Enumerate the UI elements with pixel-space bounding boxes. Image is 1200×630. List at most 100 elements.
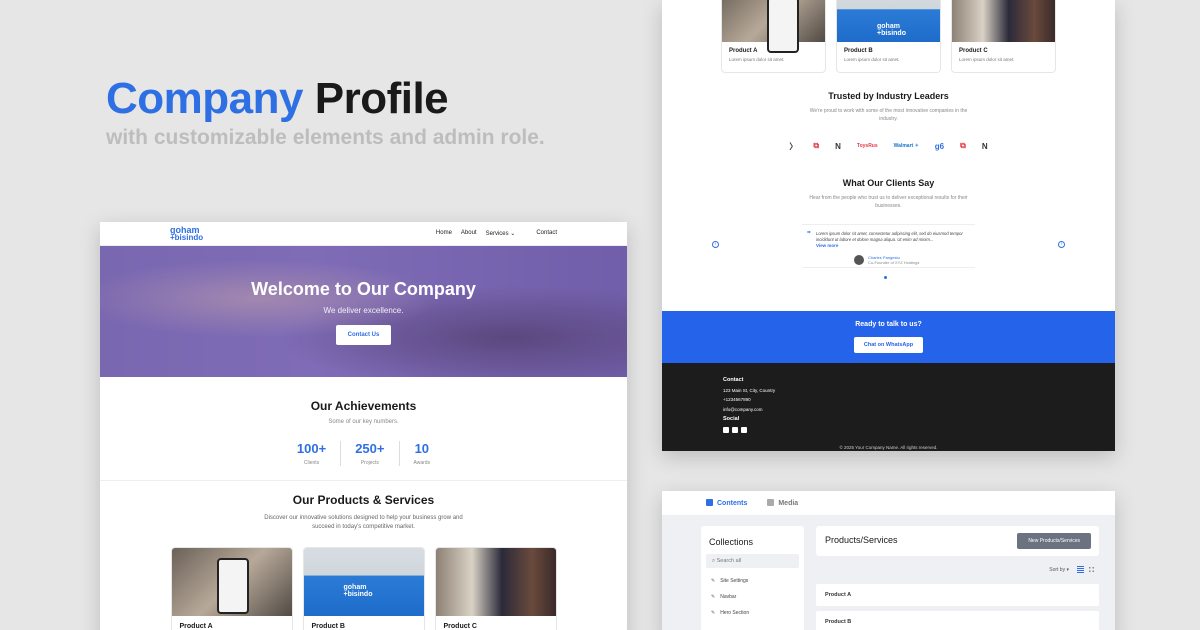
- social-icons: [723, 426, 775, 433]
- nav-home[interactable]: Home: [436, 230, 452, 237]
- product-desc: Lorem ipsum dolor sit amet.: [959, 57, 1015, 62]
- testimonial-carousel: ‹ " Lorem ipsum dolor sit amet, consecte…: [662, 224, 1115, 284]
- products-grid: Product A Product B Product C: [100, 547, 627, 630]
- edit-icon: ✎: [711, 594, 716, 600]
- avatar: [854, 255, 864, 265]
- toysrus-logo: ToysRus: [856, 143, 878, 149]
- stat-label: Clients: [303, 460, 320, 466]
- nav-links: Home About Services ⌄ Contact: [436, 230, 557, 237]
- collections-title: Collections: [709, 537, 754, 547]
- carousel-dot[interactable]: [884, 276, 887, 279]
- stat-label: Awards: [413, 460, 431, 466]
- list-item[interactable]: Product A: [816, 584, 1099, 606]
- product-name: Product B: [311, 623, 345, 630]
- contact-us-button[interactable]: Contact Us: [335, 324, 392, 345]
- stat-projects: 250+ Projects: [340, 441, 398, 466]
- nav-about[interactable]: About: [461, 230, 477, 237]
- admin-panel-preview: Contents Media Collections ⌕ Search all …: [662, 491, 1115, 630]
- product-card-a[interactable]: Product A Lorem ipsum dolor sit amet.: [721, 0, 826, 73]
- product-card-a[interactable]: Product A: [170, 547, 293, 630]
- achievements-section: Our Achievements Some of our key numbers…: [100, 377, 627, 481]
- new-entry-button[interactable]: New Products/Services: [1017, 533, 1091, 549]
- partner-logo: ɡ6: [934, 141, 945, 151]
- product-image-shirt: [837, 0, 940, 42]
- list-item[interactable]: Product B: [816, 611, 1099, 630]
- view-more-link[interactable]: View more: [816, 243, 967, 248]
- site-logo[interactable]: goham +bisindo: [170, 225, 204, 242]
- sidebar-item-hero-section[interactable]: ✎ Hero Section: [706, 610, 799, 616]
- testimonials-title: What Our Clients Say: [842, 178, 935, 188]
- collections-sidebar: Collections ⌕ Search all ✎ Site Settings …: [701, 526, 804, 630]
- carousel-next-icon[interactable]: ›: [1058, 241, 1065, 248]
- stat-clients: 100+ Clients: [283, 441, 340, 466]
- tab-media[interactable]: Media: [767, 499, 798, 507]
- copyright: © 2025 Your Company Name. All rights res…: [839, 445, 938, 450]
- product-desc: Lorem ipsum dolor sit amet.: [729, 57, 785, 62]
- walmart-logo: Walmart ✳: [893, 143, 919, 149]
- footer-address: 123 Main St, City, Country: [723, 387, 776, 393]
- carousel-prev-icon[interactable]: ‹: [712, 241, 719, 248]
- instagram-icon[interactable]: [732, 426, 738, 433]
- footer-phone: +1234567890: [723, 397, 751, 402]
- products-section: Our Products & Services Discover our inn…: [100, 481, 627, 630]
- testimonials-section: What Our Clients Say Hear from the peopl…: [662, 178, 1115, 210]
- subline: with customizable elements and admin rol…: [106, 126, 545, 149]
- grid-view-icon[interactable]: [1088, 566, 1095, 573]
- tab-contents-label: Contents: [717, 500, 748, 507]
- partner-logo: ⧉: [960, 141, 966, 150]
- admin-tabs: Contents Media: [662, 491, 1115, 515]
- testimonials-subtitle: Hear from the people who trust us to del…: [809, 195, 968, 209]
- site-navbar: goham +bisindo Home About Services ⌄ Con…: [100, 222, 627, 246]
- trusted-title: Trusted by Industry Leaders: [828, 91, 949, 101]
- notion-logo: N: [835, 141, 841, 151]
- product-card-c[interactable]: Product C: [434, 547, 557, 630]
- nav-contact[interactable]: Contact: [536, 230, 557, 237]
- testimonial-author: Charles Pangestu Co-Founder of XYZ Holdi…: [854, 255, 919, 265]
- edit-icon: ✎: [711, 578, 716, 584]
- headline: Company Profile: [106, 74, 449, 124]
- products-subtitle: Discover our innovative solutions design…: [264, 515, 463, 530]
- headline-rest: Profile: [314, 74, 449, 123]
- headline-accent: Company: [106, 74, 303, 123]
- document-icon: [706, 499, 713, 506]
- product-image-phone: [722, 0, 825, 53]
- product-name: Product C: [959, 48, 988, 54]
- product-image-phone: [171, 548, 292, 616]
- collection-header: Products/Services New Products/Services: [816, 526, 1099, 556]
- author-role: Co-Founder of XYZ Holdings: [868, 260, 920, 265]
- hero-subtitle: We deliver excellence.: [323, 305, 404, 315]
- youtube-icon[interactable]: [741, 426, 747, 433]
- sort-dropdown[interactable]: Sort by ▾: [1049, 567, 1069, 573]
- product-card-b[interactable]: Product B: [302, 547, 425, 630]
- site-footer: Contact 123 Main St, City, Country +1234…: [662, 363, 1115, 451]
- footer-email[interactable]: info@company.com: [723, 407, 763, 412]
- hero-section: Welcome to Our Company We deliver excell…: [100, 246, 627, 377]
- whatsapp-button[interactable]: Chat on WhatsApp: [853, 337, 924, 353]
- sidebar-item-navbar[interactable]: ✎ Navbar: [706, 594, 799, 600]
- search-input[interactable]: ⌕ Search all: [706, 554, 799, 568]
- tab-contents[interactable]: Contents: [706, 499, 747, 507]
- achievements-title: Our Achievements: [310, 399, 417, 413]
- quote-icon: ": [807, 230, 811, 239]
- product-name: Product C: [443, 623, 477, 630]
- linkedin-icon[interactable]: [723, 426, 729, 433]
- nav-services[interactable]: Services ⌄: [486, 230, 516, 237]
- footer-social-title: Social: [723, 416, 740, 422]
- website-preview-lower: Product A Lorem ipsum dolor sit amet. Pr…: [662, 0, 1115, 451]
- product-card-b[interactable]: Product B Lorem ipsum dolor sit amet.: [836, 0, 941, 73]
- stat-value: 10: [414, 441, 430, 456]
- sidebar-item-site-settings[interactable]: ✎ Site Settings: [706, 578, 799, 584]
- list-view-icon[interactable]: [1077, 566, 1084, 573]
- products-title: Our Products & Services: [292, 493, 435, 507]
- product-name: Product B: [844, 48, 873, 54]
- logo-bottom: +bisindo: [170, 232, 204, 242]
- product-card-c[interactable]: Product C Lorem ipsum dolor sit amet.: [951, 0, 1056, 73]
- tab-media-label: Media: [778, 500, 799, 507]
- cta-section: Ready to talk to us? Chat on WhatsApp: [662, 311, 1115, 363]
- sidebar-item-label: Navbar: [720, 594, 737, 600]
- edit-icon: ✎: [711, 610, 716, 616]
- sidebar-item-label: Hero Section: [720, 610, 750, 616]
- sort-row: Sort by ▾: [816, 564, 1099, 578]
- stat-label: Projects: [360, 460, 379, 466]
- product-desc: Lorem ipsum dolor sit amet.: [844, 57, 900, 62]
